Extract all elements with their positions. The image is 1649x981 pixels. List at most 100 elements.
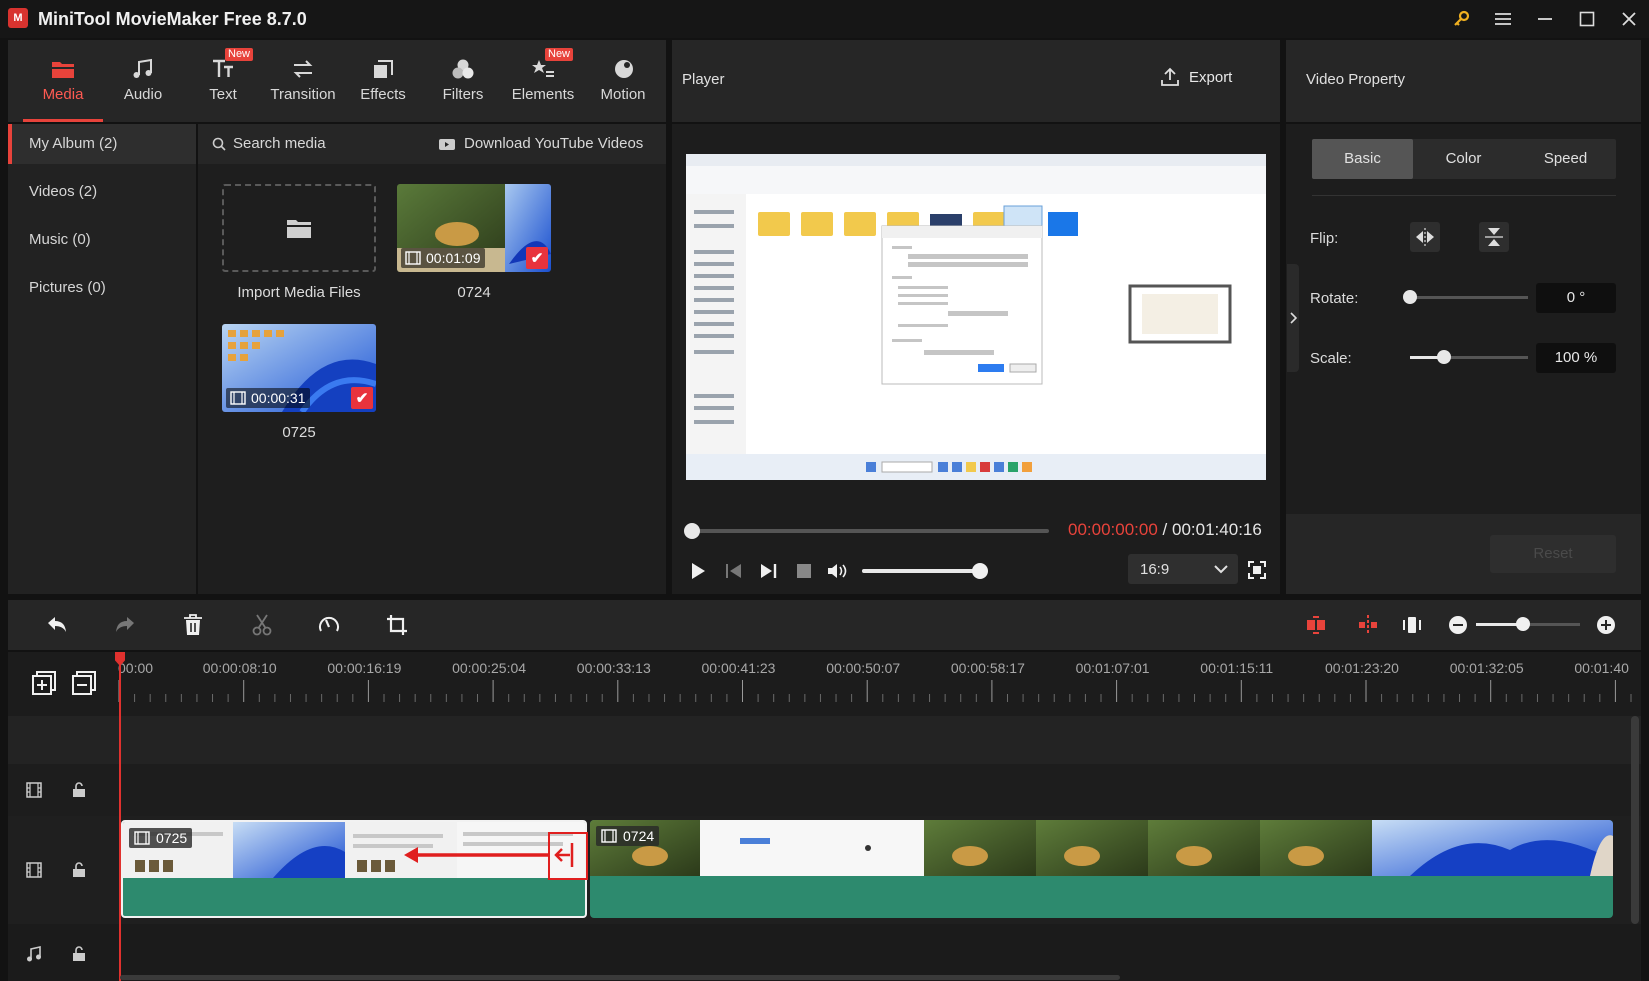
- player-title: Player: [682, 71, 725, 88]
- scale-slider[interactable]: [1410, 350, 1528, 364]
- close-icon[interactable]: [1614, 6, 1644, 32]
- timeline-vertical-scrollbar[interactable]: [1631, 716, 1639, 924]
- timeline-horizontal-scrollbar[interactable]: [120, 975, 1120, 980]
- zoom-knob[interactable]: [1516, 617, 1530, 631]
- collapse-panel-button[interactable]: [1287, 264, 1299, 372]
- volume-knob[interactable]: [972, 563, 988, 579]
- undo-button[interactable]: [46, 615, 68, 640]
- previous-frame-button[interactable]: [724, 561, 744, 586]
- app-logo-icon: M: [8, 8, 28, 28]
- volume-button[interactable]: [826, 561, 848, 586]
- media-card[interactable]: 00:01:09 ✔ 0724: [397, 184, 551, 301]
- ruler-tick-label: 00:00:33:13: [576, 660, 651, 676]
- stop-button[interactable]: [794, 561, 814, 586]
- tab-filters[interactable]: Filters: [423, 40, 503, 122]
- flip-horizontal-button[interactable]: [1410, 222, 1440, 252]
- film-icon: [230, 391, 246, 405]
- video-track-1: [8, 764, 1641, 816]
- rotate-label: Rotate:: [1310, 290, 1359, 307]
- next-frame-button[interactable]: [758, 561, 778, 586]
- minimize-icon[interactable]: [1530, 6, 1560, 32]
- tab-color[interactable]: Color: [1413, 139, 1514, 179]
- ruler-tick-label: 00:01:40: [1574, 660, 1629, 676]
- fit-to-timeline-button[interactable]: [1402, 615, 1422, 640]
- playback-progress-knob[interactable]: [684, 523, 700, 539]
- aspect-ratio-select[interactable]: 16:9: [1128, 554, 1238, 584]
- magnet-snap-button[interactable]: [1358, 615, 1378, 640]
- search-media-input[interactable]: Search media: [212, 135, 326, 152]
- ruler-tick-label: 00:00:25:04: [452, 660, 527, 676]
- tab-transition[interactable]: Transition: [263, 40, 343, 122]
- rotate-knob[interactable]: [1403, 290, 1417, 304]
- tab-motion[interactable]: Motion: [583, 40, 663, 122]
- tab-audio[interactable]: Audio: [103, 40, 183, 122]
- delete-button[interactable]: [183, 614, 203, 641]
- lock-icon[interactable]: [72, 946, 86, 967]
- fullscreen-icon: [1248, 561, 1266, 579]
- added-check-icon[interactable]: ✔: [351, 387, 373, 409]
- add-track-button[interactable]: [32, 671, 56, 700]
- import-drop-zone[interactable]: [222, 184, 376, 272]
- remove-track-button[interactable]: [72, 671, 96, 700]
- auto-fit-button[interactable]: [1306, 615, 1326, 640]
- add-track-icon: [32, 671, 56, 695]
- crop-button[interactable]: [386, 614, 408, 641]
- ruler-tick-label: 00:01:32:05: [1449, 660, 1524, 676]
- media-topbar: Search media Download YouTube Videos: [198, 124, 666, 164]
- sidebar-item-videos[interactable]: Videos (2): [8, 172, 196, 212]
- menu-icon[interactable]: [1488, 6, 1518, 32]
- speed-button[interactable]: [318, 614, 340, 641]
- rotate-slider[interactable]: [1403, 290, 1528, 304]
- video-thumbnail[interactable]: 00:00:31 ✔: [222, 324, 376, 412]
- clip-name: 0724: [623, 828, 655, 844]
- zoom-in-button[interactable]: [1596, 615, 1616, 640]
- tab-basic[interactable]: Basic: [1312, 139, 1413, 179]
- drag-direction-arrow: [402, 845, 552, 870]
- media-card[interactable]: 00:00:31 ✔ 0725: [222, 324, 376, 441]
- play-icon: [692, 563, 705, 579]
- sidebar-item-music[interactable]: Music (0): [8, 220, 196, 260]
- tab-elements[interactable]: New Elements: [503, 40, 583, 122]
- zoom-out-button[interactable]: [1448, 615, 1468, 640]
- lock-icon[interactable]: [72, 862, 86, 883]
- media-name: 0725: [282, 424, 316, 441]
- download-youtube-button[interactable]: Download YouTube Videos: [438, 135, 643, 152]
- playback-progress-track[interactable]: [684, 523, 1049, 539]
- ruler-tick-label: 00:01:15:11: [1200, 660, 1274, 676]
- timeline-ruler[interactable]: 00:00 00:00:08:10 00:00:16:19 00:00:25:04 00…: [118, 652, 1641, 716]
- split-button[interactable]: [252, 614, 272, 641]
- volume-slider[interactable]: [862, 563, 988, 579]
- timeline-clip[interactable]: 0724: [590, 820, 1613, 918]
- flip-vertical-button[interactable]: [1479, 222, 1509, 252]
- activation-key-icon[interactable]: [1446, 6, 1476, 32]
- import-media-card[interactable]: Import Media Files: [222, 184, 376, 301]
- total-time: 00:01:40:16: [1172, 520, 1262, 539]
- empty-track-row: [8, 716, 1641, 764]
- added-check-icon[interactable]: ✔: [526, 247, 548, 269]
- text-icon: [213, 59, 233, 77]
- ruler-tick-label: 00:00:41:23: [701, 660, 776, 676]
- video-preview[interactable]: [686, 154, 1266, 480]
- redo-button[interactable]: [114, 615, 136, 640]
- sidebar-item-my-album[interactable]: My Album (2): [8, 124, 196, 164]
- maximize-icon[interactable]: [1572, 6, 1602, 32]
- tab-speed[interactable]: Speed: [1515, 139, 1616, 179]
- rotate-value-field[interactable]: 0 °: [1536, 283, 1616, 313]
- reset-button[interactable]: Reset: [1490, 535, 1616, 573]
- video-thumbnail[interactable]: 00:01:09 ✔: [397, 184, 551, 272]
- scale-value-field[interactable]: 100 %: [1536, 343, 1616, 373]
- tab-effects[interactable]: Effects: [343, 40, 423, 122]
- playhead[interactable]: [119, 652, 121, 981]
- tab-media[interactable]: Media: [23, 40, 103, 122]
- clip-filmstrip: [590, 820, 1613, 876]
- sidebar-item-pictures[interactable]: Pictures (0): [8, 268, 196, 308]
- export-button[interactable]: Export: [1160, 67, 1232, 87]
- tab-text[interactable]: New Text: [183, 40, 263, 122]
- zoom-slider[interactable]: [1476, 617, 1580, 631]
- scale-knob[interactable]: [1437, 350, 1451, 364]
- fullscreen-button[interactable]: [1248, 561, 1266, 584]
- lock-icon[interactable]: [72, 782, 86, 803]
- play-button[interactable]: [688, 561, 708, 586]
- skip-forward-icon: [761, 564, 777, 578]
- trim-handle-icon[interactable]: [552, 840, 578, 875]
